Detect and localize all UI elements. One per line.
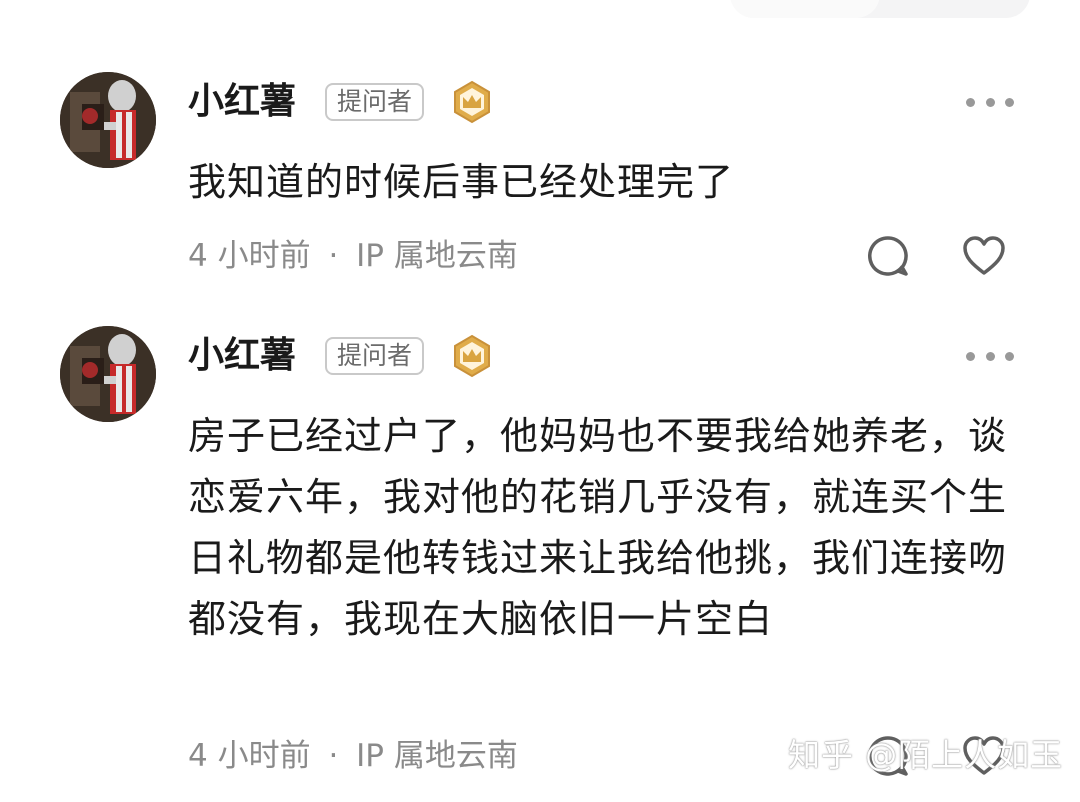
reply-icon[interactable] — [866, 234, 910, 278]
top-action-pill-left[interactable] — [730, 0, 880, 18]
comment-meta: 4 小时前 · IP 属地云南 — [188, 236, 518, 276]
crown-badge-icon — [452, 80, 492, 124]
top-action-pill[interactable] — [730, 0, 1030, 18]
comment-text: 我知道的时候后事已经处理完了 — [188, 160, 735, 204]
avatar[interactable] — [60, 72, 156, 168]
comment-time: 4 小时前 — [188, 738, 311, 774]
more-options-icon[interactable] — [966, 92, 1014, 112]
comment-location: IP 属地云南 — [356, 738, 518, 774]
username[interactable]: 小红薯 — [188, 334, 296, 378]
asker-badge: 提问者 — [325, 83, 425, 121]
comment-text: 房子已经过户了，他妈妈也不要我给她养老，谈恋爱六年，我对他的花销几乎没有，就连买… — [188, 414, 1008, 641]
avatar[interactable] — [60, 326, 156, 422]
meta-separator: · — [328, 238, 339, 274]
username[interactable]: 小红薯 — [188, 80, 296, 124]
meta-separator: · — [328, 738, 339, 774]
like-icon[interactable] — [962, 234, 1006, 278]
comment-time: 4 小时前 — [188, 238, 311, 274]
asker-badge: 提问者 — [325, 337, 425, 375]
comment-location: IP 属地云南 — [356, 238, 518, 274]
more-options-icon[interactable] — [966, 346, 1014, 366]
watermark: 知乎 @陌上人如玉 — [788, 736, 1064, 774]
comment-meta: 4 小时前 · IP 属地云南 — [188, 736, 518, 776]
crown-badge-icon — [452, 334, 492, 378]
